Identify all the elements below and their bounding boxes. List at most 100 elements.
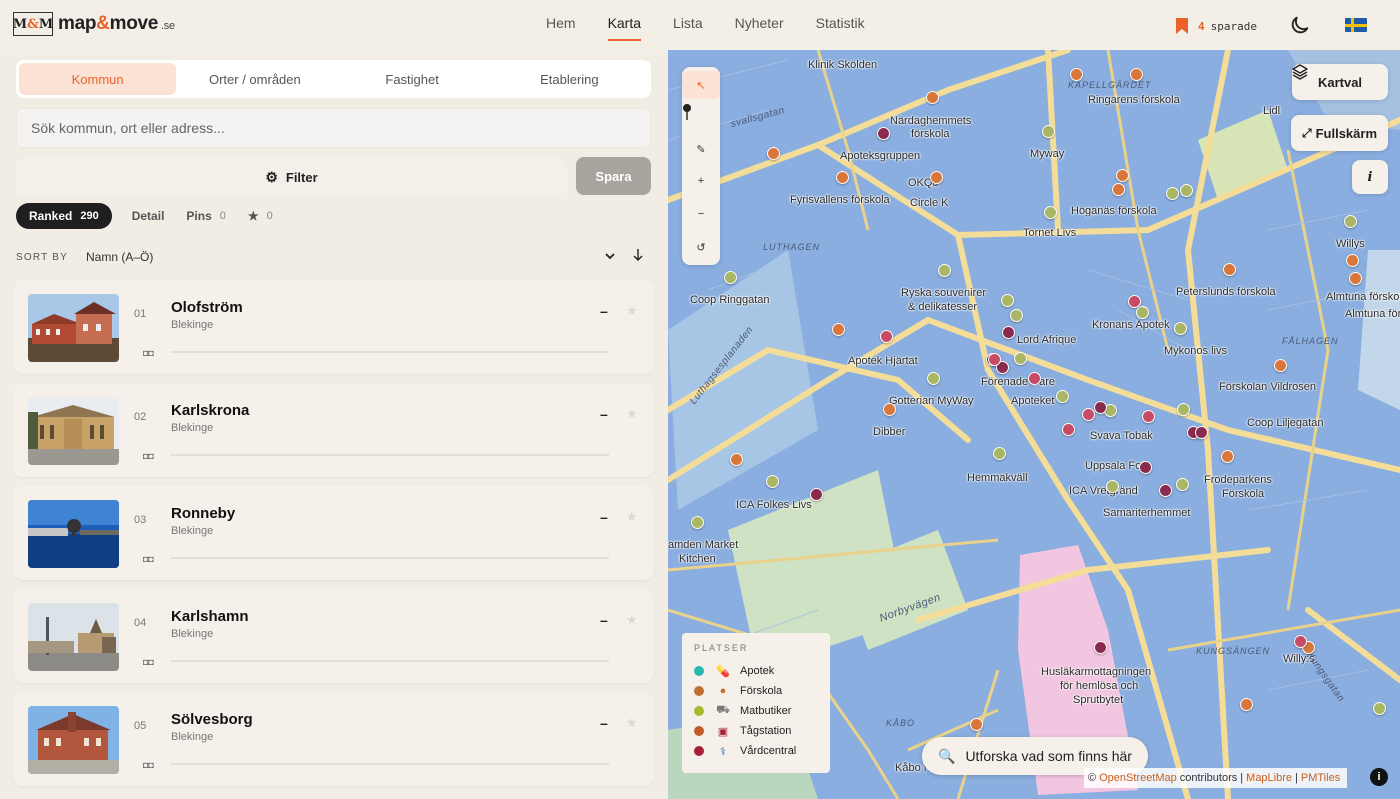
view-tab-starred[interactable]: ★ 0 [248, 209, 273, 223]
map-marker[interactable] [1116, 169, 1129, 182]
legend-item-apotek[interactable]: 💊 Apotek [694, 661, 818, 681]
legend-item-forskola[interactable]: ● Förskola [694, 681, 818, 701]
map-marker[interactable] [988, 353, 1001, 366]
nav-lista[interactable]: Lista [673, 15, 703, 41]
list-item[interactable]: 01 Olofström Blekinge ◘◘ – ★ [13, 280, 654, 374]
map-marker[interactable] [832, 323, 845, 336]
map-marker[interactable] [1349, 272, 1362, 285]
zoom-out-icon[interactable]: − [682, 200, 720, 228]
map-marker[interactable] [691, 516, 704, 529]
map-marker[interactable] [1010, 309, 1023, 322]
select-tool-icon[interactable]: ↖ [682, 71, 720, 99]
map-marker[interactable] [1128, 295, 1141, 308]
nav-nyheter[interactable]: Nyheter [735, 15, 784, 41]
map-marker[interactable] [1166, 187, 1179, 200]
map-marker[interactable] [1373, 702, 1386, 715]
osm-link[interactable]: OpenStreetMap [1099, 772, 1177, 784]
map-marker[interactable] [1274, 359, 1287, 372]
tab-fastighet[interactable]: Fastighet [334, 63, 491, 95]
map-marker[interactable] [1240, 698, 1253, 711]
map-marker[interactable] [1174, 322, 1187, 335]
brand-logo[interactable]: M & M map&move .se [13, 12, 175, 36]
map-marker[interactable] [927, 372, 940, 385]
view-tab-detail[interactable]: Detail [132, 209, 165, 223]
map-marker[interactable] [1082, 408, 1095, 421]
save-button[interactable]: Spara [576, 157, 651, 195]
sort-direction-icon[interactable] [632, 248, 644, 262]
legend-item-tagstation[interactable]: ▣ Tågstation [694, 721, 818, 741]
info-panel-button[interactable]: i [1352, 160, 1388, 194]
filter-button[interactable]: ⚙ Filter [16, 158, 567, 196]
map-marker[interactable] [938, 264, 951, 277]
nav-statistik[interactable]: Statistik [816, 15, 865, 41]
map-marker[interactable] [883, 403, 896, 416]
map-marker[interactable] [1028, 372, 1041, 385]
map-marker[interactable] [1070, 68, 1083, 81]
map-marker[interactable] [1002, 326, 1015, 339]
nav-karta[interactable]: Karta [607, 15, 642, 41]
map-marker[interactable] [1176, 478, 1189, 491]
star-icon[interactable]: ★ [626, 715, 638, 731]
map-marker[interactable] [1056, 390, 1069, 403]
star-icon[interactable]: ★ [626, 303, 638, 319]
map-marker[interactable] [970, 718, 983, 731]
map-marker[interactable] [1223, 263, 1236, 276]
map-marker[interactable] [1195, 426, 1208, 439]
map-marker[interactable] [836, 171, 849, 184]
map-marker[interactable] [767, 147, 780, 160]
zoom-in-icon[interactable]: + [682, 167, 720, 195]
list-item[interactable]: 03 Ronneby Blekinge ◘◘ – ★ [13, 486, 654, 580]
map-marker[interactable] [1112, 183, 1125, 196]
pin-tool-icon[interactable] [682, 103, 720, 131]
map-marker[interactable] [766, 475, 779, 488]
pmtiles-link[interactable]: PMTiles [1301, 772, 1340, 784]
map-marker[interactable] [1221, 450, 1234, 463]
map-marker[interactable] [1136, 306, 1149, 319]
dark-mode-toggle[interactable] [1289, 14, 1311, 41]
swedish-flag-icon[interactable] [1345, 18, 1367, 32]
map-marker[interactable] [993, 447, 1006, 460]
sort-select[interactable]: Namn (A–Ö) [86, 250, 651, 264]
star-icon[interactable]: ★ [626, 612, 638, 628]
map-marker[interactable] [1130, 68, 1143, 81]
view-tab-pins[interactable]: Pins 0 [186, 209, 225, 223]
info-icon[interactable]: i [1370, 768, 1388, 786]
fullscreen-button[interactable]: ⤢ Fullskärm [1291, 115, 1388, 151]
map-marker[interactable] [1344, 215, 1357, 228]
map-marker[interactable] [1142, 410, 1155, 423]
tab-kommun[interactable]: Kommun [19, 63, 177, 95]
tab-orter[interactable]: Orter / områden [176, 63, 333, 95]
list-item[interactable]: 05 Sölvesborg Blekinge ◘◘ – ★ [13, 692, 654, 786]
draw-tool-icon[interactable]: ✎ [682, 135, 720, 163]
map-marker[interactable] [877, 127, 890, 140]
map-marker[interactable] [1294, 635, 1307, 648]
star-icon[interactable]: ★ [626, 509, 638, 525]
saved-button[interactable]: 4 sparade [1175, 17, 1257, 35]
map-marker[interactable] [730, 453, 743, 466]
view-tab-ranked[interactable]: Ranked 290 [16, 203, 112, 229]
map-marker[interactable] [1014, 352, 1027, 365]
layers-button[interactable]: Kartval [1292, 64, 1388, 100]
legend-item-matbutiker[interactable]: ⛟ Matbutiker [694, 701, 818, 721]
map-marker[interactable] [1106, 480, 1119, 493]
map-view[interactable]: Klinik Skölden KAPELLGÄRDET Ringarens fö… [668, 50, 1400, 799]
map-marker[interactable] [1062, 423, 1075, 436]
map-marker[interactable] [1180, 184, 1193, 197]
sort-row[interactable]: SORT BY Namn (A–Ö) [16, 248, 651, 266]
map-marker[interactable] [930, 171, 943, 184]
map-marker[interactable] [1094, 641, 1107, 654]
list-item[interactable]: 04 Karlshamn Blekinge ◘◘ – ★ [13, 589, 654, 683]
tab-etablering[interactable]: Etablering [491, 63, 648, 95]
map-marker[interactable] [1139, 461, 1152, 474]
reset-icon[interactable]: ↺ [682, 233, 720, 261]
list-item[interactable]: 02 Karlskrona Blekinge ◘◘ – ★ [13, 383, 654, 477]
nav-hem[interactable]: Hem [546, 15, 576, 41]
map-marker[interactable] [1159, 484, 1172, 497]
star-icon[interactable]: ★ [626, 406, 638, 422]
map-marker[interactable] [724, 271, 737, 284]
chevron-down-icon[interactable] [604, 250, 616, 262]
map-marker[interactable] [1177, 403, 1190, 416]
maplibre-link[interactable]: MapLibre [1246, 772, 1292, 784]
map-marker[interactable] [1044, 206, 1057, 219]
map-marker[interactable] [926, 91, 939, 104]
